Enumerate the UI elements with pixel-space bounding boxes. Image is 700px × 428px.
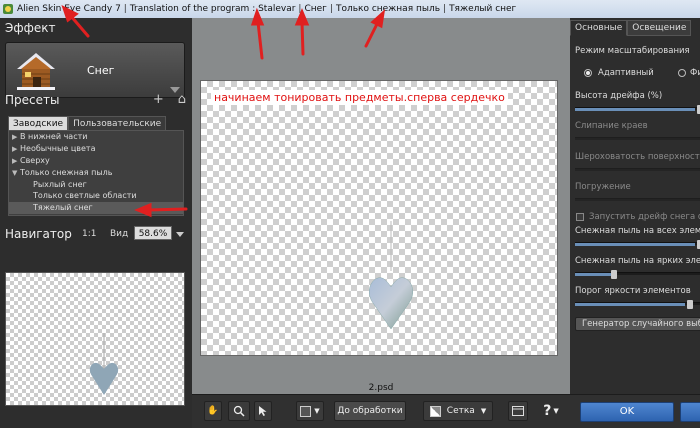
grid-label: Сетка <box>446 406 475 416</box>
radio-fixed[interactable] <box>678 69 686 77</box>
navigator-preview[interactable] <box>5 272 185 406</box>
presets-heading: Пресеты <box>5 93 60 107</box>
pointer-tool-icon[interactable] <box>254 401 272 421</box>
title-effect: Снег <box>304 4 327 14</box>
tree-item-selected[interactable]: Тяжелый снег <box>9 202 183 215</box>
add-preset-icon[interactable]: + <box>153 92 164 107</box>
swatch-icon <box>300 405 312 417</box>
chevron-down-icon: ▼ <box>314 407 320 415</box>
cancel-button[interactable] <box>680 402 700 422</box>
help-icon[interactable]: ? ▼ <box>537 401 565 421</box>
window-title-bar: Alien Skin Eye Candy 7 | Translation of … <box>0 0 700 18</box>
tree-item[interactable]: ▼ Только снежная пыль <box>9 167 183 179</box>
view-label: Вид <box>110 229 129 239</box>
effect-selector[interactable]: Снег <box>5 42 185 98</box>
tree-item[interactable]: ▶ В нижней части <box>9 131 183 143</box>
surface-roughness-slider[interactable] <box>575 168 700 171</box>
title-separator: | <box>123 4 127 14</box>
title-translation: Translation of the program : Stalevar <box>129 4 296 14</box>
snow-house-icon <box>17 53 55 90</box>
immersion-slider[interactable] <box>575 198 700 201</box>
drift-height-label: Высота дрейфа (%) <box>575 91 663 101</box>
dust-all-slider[interactable] <box>575 240 700 249</box>
heart-ornament <box>368 221 414 330</box>
settings-panel: Основные Освещение Режим масштабирования… <box>570 18 700 428</box>
title-preset-group: Только снежная пыль <box>335 4 441 14</box>
effect-heading: Эффект <box>5 21 56 35</box>
title-preset: Тяжелый снег <box>449 4 517 14</box>
preview-area: начинаем тонировать предметы.сперва серд… <box>192 18 570 428</box>
zoom-field[interactable]: 58.6% <box>134 226 172 240</box>
dust-bright-label: Снежная пыль на ярких элемен <box>575 256 700 266</box>
immersion-label: Погружение <box>575 182 631 192</box>
tree-item[interactable]: ▶ Сверху <box>9 155 183 167</box>
radio-adaptive-label: Адаптивный <box>598 68 654 78</box>
radio-adaptive[interactable] <box>584 69 592 77</box>
drift-height-slider[interactable] <box>575 105 700 114</box>
effect-name: Снег <box>87 63 115 77</box>
title-separator: | <box>443 4 447 14</box>
tree-item[interactable]: ▶ Необычные цвета <box>9 143 183 155</box>
filename-label: 2.psd <box>368 383 394 393</box>
grid-icon <box>429 405 441 417</box>
compare-view-icon[interactable] <box>508 401 528 421</box>
tree-item-label: Сверху <box>20 155 50 165</box>
before-processing-button[interactable]: До обработки <box>334 401 406 421</box>
navigator-heading: Навигатор <box>5 227 72 241</box>
left-panel: Эффект Снег Пресеты + ⌂ Заводские Пользо… <box>0 18 192 428</box>
title-separator: | <box>298 4 302 14</box>
random-generator-button[interactable]: Генератор случайного выбора <box>575 317 700 331</box>
app-icon <box>2 3 14 15</box>
tree-item-label: Необычные цвета <box>20 143 96 153</box>
edge-sticking-label: Слипание краев <box>575 121 648 131</box>
tree-item-label: Только снежная пыль <box>20 167 113 177</box>
expand-arrow-icon: ▶ <box>12 156 18 165</box>
home-icon[interactable]: ⌂ <box>178 92 186 107</box>
zoom-one-to-one-button[interactable]: 1:1 <box>82 229 96 239</box>
brightness-threshold-label: Порог яркости элементов <box>575 286 691 296</box>
tree-item[interactable]: Только светлые области <box>9 190 183 202</box>
dust-bright-slider[interactable] <box>575 270 700 279</box>
radio-fixed-label: Фи <box>690 68 700 78</box>
zoom-tool-icon[interactable] <box>228 401 250 421</box>
edge-sticking-slider[interactable] <box>575 137 700 140</box>
center-toolbar: ✋ ▼ До обработки Сетка ▼ ? ▼ <box>192 394 570 428</box>
tree-item[interactable]: Рыхлый снег <box>9 179 183 191</box>
navigator-heart-thumbnail <box>89 333 119 395</box>
preview-canvas[interactable]: начинаем тонировать предметы.сперва серд… <box>200 80 558 356</box>
dust-all-label: Снежная пыль на всех элемент <box>575 226 700 236</box>
title-app-name: Alien Skin Eye Candy 7 <box>17 4 121 14</box>
background-color-button[interactable]: ▼ <box>296 401 324 421</box>
start-drift-label: Запустить дрейф снега от о <box>589 212 700 222</box>
scaling-mode-label: Режим масштабирования <box>575 46 690 56</box>
tab-lighting[interactable]: Освещение <box>627 20 692 36</box>
grid-button[interactable]: Сетка ▼ <box>423 401 493 421</box>
start-drift-checkbox[interactable] <box>576 213 584 221</box>
zoom-dropdown-icon[interactable] <box>176 232 184 237</box>
preset-tree: ▶ В нижней части ▶ Необычные цвета ▶ Сверху… <box>8 130 184 216</box>
collapse-arrow-icon: ▼ <box>12 168 18 177</box>
chevron-down-icon: ▼ <box>480 407 487 415</box>
dialog-buttons: OK <box>570 394 700 428</box>
hand-tool-icon[interactable]: ✋ <box>204 401 222 421</box>
title-separator: | <box>329 4 333 14</box>
brightness-threshold-slider[interactable] <box>575 300 700 309</box>
tree-item-label: В нижней части <box>20 132 88 141</box>
surface-roughness-label: Шероховатость поверхности <box>575 152 700 162</box>
tab-basic[interactable]: Основные <box>570 20 628 36</box>
ok-button[interactable]: OK <box>580 402 674 422</box>
